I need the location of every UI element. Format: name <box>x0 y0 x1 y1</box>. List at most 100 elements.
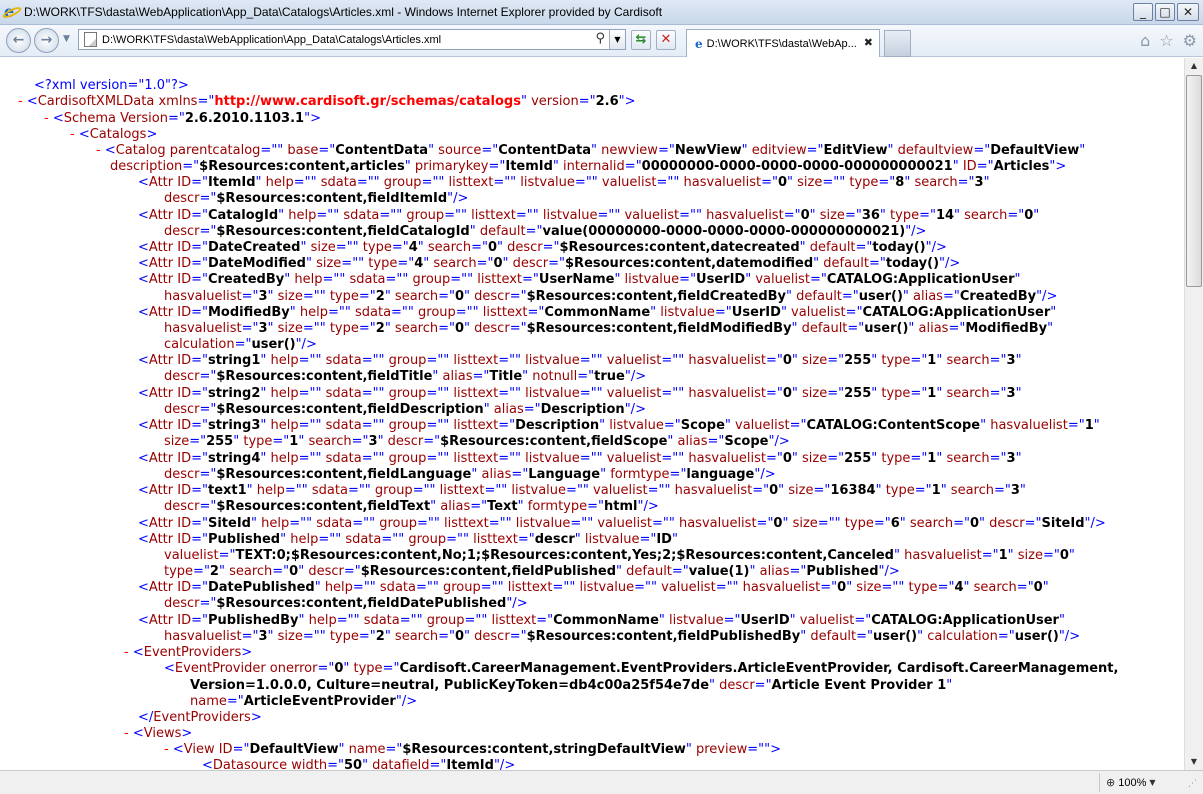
scrollbar-thumb[interactable] <box>1186 75 1202 287</box>
xml-token: group <box>422 613 465 628</box>
new-tab-button[interactable] <box>884 30 911 57</box>
xml-token: default <box>622 564 672 579</box>
xml-token: ModifiedBy <box>965 321 1048 336</box>
xml-token: 3 <box>1006 386 1016 401</box>
xml-token: sdata <box>321 386 362 401</box>
xml-token: 2 <box>375 289 385 304</box>
home-icon[interactable]: ⌂ <box>1140 31 1150 50</box>
xml-token: =" <box>827 353 845 368</box>
collapse-toggle[interactable]: - <box>124 645 133 660</box>
minimize-button[interactable]: _ <box>1133 3 1153 21</box>
vertical-scrollbar[interactable]: ▲ ▼ <box>1184 58 1203 770</box>
xml-token: type <box>885 208 920 223</box>
close-button[interactable]: ✕ <box>1177 3 1199 21</box>
xml-token: descr <box>984 516 1025 531</box>
xml-token: 2 <box>375 321 385 336</box>
collapse-toggle[interactable]: - <box>18 94 27 109</box>
xml-line: - <Catalogs> <box>70 127 157 143</box>
xml-token: ="" <box>493 175 517 190</box>
xml-token: Attr <box>148 580 174 595</box>
xml-line: <Attr ID="DatePublished" help="" sdata="… <box>138 580 1049 596</box>
stop-button[interactable]: ✕ <box>656 30 676 50</box>
collapse-toggle[interactable]: - <box>44 111 53 126</box>
xml-token: < <box>164 661 175 676</box>
xml-token: 1 <box>927 386 937 401</box>
xml-token: < <box>138 353 149 368</box>
collapse-toggle[interactable]: - <box>124 726 133 741</box>
xml-token: defaultview <box>893 143 974 158</box>
xml-token: UserID <box>696 272 746 287</box>
collapse-toggle[interactable]: - <box>164 742 173 757</box>
xml-token: size <box>311 256 342 271</box>
xml-token: group <box>384 386 427 401</box>
xml-token: descr <box>470 289 510 304</box>
xml-token: Attr <box>148 386 174 401</box>
search-icon[interactable]: ⚲ <box>595 31 605 46</box>
xml-token: Attr <box>148 175 174 190</box>
refresh-button[interactable]: ⇆ <box>631 30 651 50</box>
xml-token: =" <box>679 272 697 287</box>
xml-token: =" <box>191 256 208 271</box>
scroll-down-icon[interactable]: ▼ <box>1186 754 1202 770</box>
zoom-control[interactable]: ⊕ 100% ▼ <box>1099 773 1179 792</box>
xml-token: Attr <box>148 516 174 531</box>
favorites-icon[interactable]: ☆ <box>1159 31 1173 50</box>
tab-articles-xml[interactable]: e D:\WORK\TFS\dasta\WebAp... ✖ <box>686 29 880 57</box>
xml-token: ID <box>173 483 192 498</box>
collapse-toggle[interactable]: - <box>70 127 79 142</box>
scroll-up-icon[interactable]: ▲ <box>1186 58 1202 74</box>
xml-token: ="" <box>298 418 322 433</box>
collapse-toggle[interactable]: - <box>96 143 105 158</box>
xml-token: listtext <box>435 483 485 498</box>
xml-token: alias <box>673 434 708 449</box>
recent-pages-dropdown-icon[interactable]: ▼ <box>63 34 70 44</box>
xml-token: Attr <box>148 451 174 466</box>
xml-token: < <box>138 418 149 433</box>
xml-token: ItemId <box>505 159 553 174</box>
address-dropdown-icon[interactable]: ▼ <box>609 30 625 49</box>
xml-token: search <box>224 564 273 579</box>
tab-close-icon[interactable]: ✖ <box>864 36 873 49</box>
xml-token: =" <box>191 272 208 287</box>
xml-token: =" <box>191 418 208 433</box>
xml-token: =" <box>997 629 1015 644</box>
xml-token: ="" <box>399 613 423 628</box>
xml-token: < <box>138 516 149 531</box>
xml-token: > <box>250 710 262 725</box>
navigation-bar: ← → ▼ D:\WORK\TFS\dasta\WebApplication\A… <box>0 25 1203 57</box>
xml-token: today() <box>885 256 940 271</box>
xml-token: calculation <box>164 337 235 352</box>
resize-grip-icon[interactable]: ⋰ <box>1188 779 1200 791</box>
address-bar[interactable]: D:\WORK\TFS\dasta\WebApplication\App_Dat… <box>78 29 626 50</box>
xml-token: Published <box>207 532 281 547</box>
xml-token: "/> <box>925 240 947 255</box>
zoom-icon: ⊕ <box>1106 776 1116 789</box>
address-input[interactable]: D:\WORK\TFS\dasta\WebApplication\App_Dat… <box>102 34 441 46</box>
xml-token: type <box>239 434 273 449</box>
xml-token: listtext <box>478 305 528 320</box>
xml-token: "/> <box>905 224 927 239</box>
back-button[interactable]: ← <box>6 28 31 53</box>
xml-token: " <box>1058 613 1065 628</box>
xml-token: descr <box>164 499 200 514</box>
xml-token: help <box>304 613 337 628</box>
xml-token: descr <box>164 596 200 611</box>
forward-button[interactable]: → <box>34 28 59 53</box>
xml-token: " <box>1042 580 1049 595</box>
xml-token: " <box>946 678 953 693</box>
xml-token: Cardisoft.CareerManagement.EventProvider… <box>399 661 1119 676</box>
zoom-dropdown-icon[interactable]: ▼ <box>1149 778 1155 787</box>
maximize-button[interactable]: □ <box>1155 3 1175 21</box>
window-controls: _ □ ✕ <box>1133 3 1199 21</box>
xml-token: 14 <box>935 208 955 223</box>
xml-token: valuelist <box>786 305 846 320</box>
xml-token: ="" <box>260 143 284 158</box>
xml-token: type <box>325 321 359 336</box>
xml-token: Title <box>489 369 523 384</box>
tools-icon[interactable]: ⚙ <box>1183 31 1197 50</box>
xml-token: 3 <box>368 434 378 449</box>
xml-token: sdata <box>341 532 382 547</box>
xml-token: 0 <box>837 580 847 595</box>
xml-token: search <box>304 434 352 449</box>
xml-token: =" <box>191 353 208 368</box>
